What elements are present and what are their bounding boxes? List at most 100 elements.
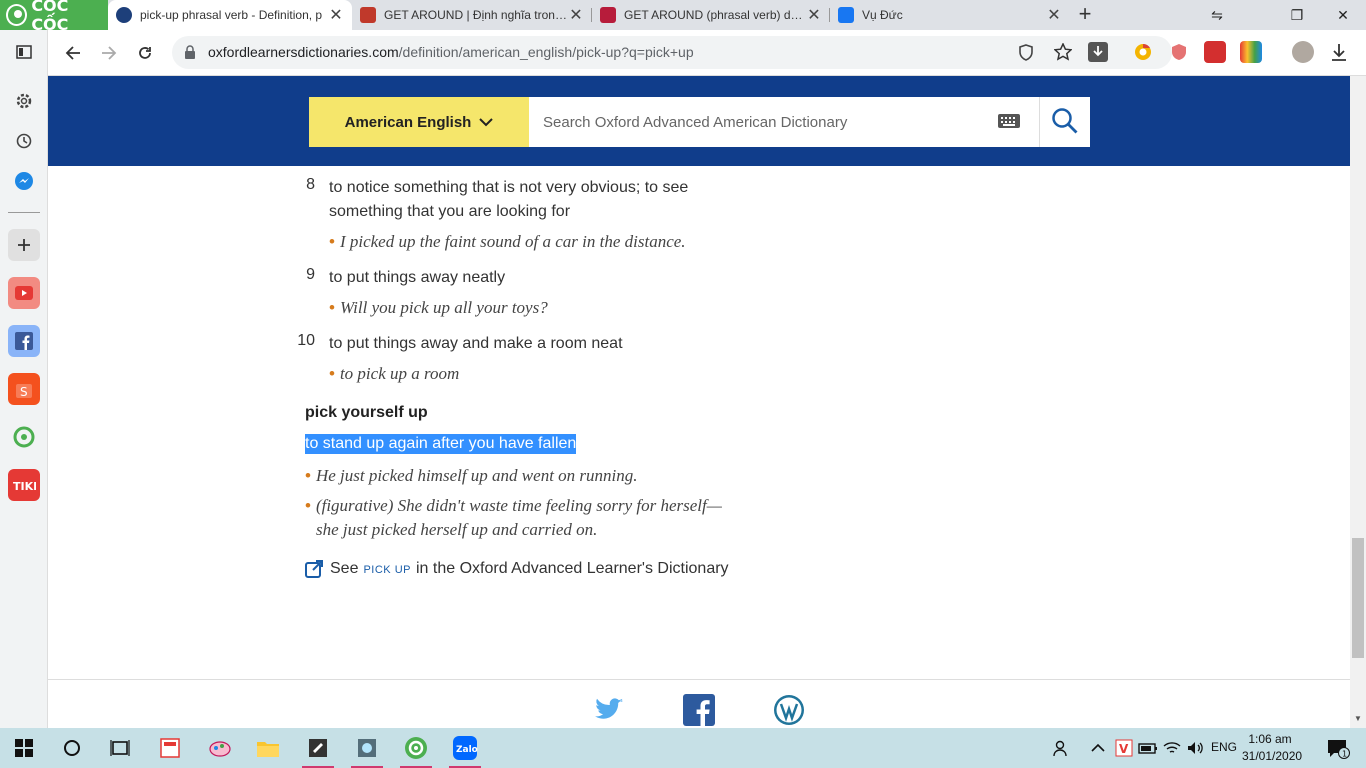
search-button[interactable] <box>1039 97 1090 147</box>
example-sentence: • (figurative) She didn't waste time feel… <box>305 494 722 542</box>
tab-get-around-cambridge[interactable]: GET AROUND | Định nghĩa trong T ✕ <box>352 0 592 30</box>
idiom-definition: to stand up again after you have fallen <box>305 434 577 454</box>
close-window-button[interactable]: ✕ <box>1320 0 1366 30</box>
tab-title: Vụ Đức <box>862 8 903 22</box>
clock-time: 1:06 am <box>1248 732 1292 746</box>
browser-sidebar: S TIKI <box>0 30 48 728</box>
start-button[interactable] <box>4 732 44 764</box>
close-tab-icon[interactable]: ✕ <box>328 5 344 25</box>
back-button[interactable] <box>58 38 88 68</box>
color-extension-icon[interactable] <box>1240 41 1262 63</box>
sense-definition: to put things away and make a room neat <box>329 332 623 356</box>
cortana-search-icon[interactable] <box>52 732 92 764</box>
language-selector[interactable]: American English <box>309 97 529 147</box>
system-clock[interactable]: 1:06 am 31/01/2020 <box>1242 731 1303 765</box>
search-input[interactable] <box>543 113 983 131</box>
definition-line: to put things away and make a room neat <box>329 335 623 352</box>
sense-number: 8 <box>306 176 315 193</box>
sidebar-toggle-icon[interactable] <box>8 36 40 68</box>
see-also: See pick up in the Oxford Advanced Learn… <box>305 560 729 578</box>
maximize-button[interactable]: ❐ <box>1274 0 1320 30</box>
chrome-extension-icon[interactable] <box>1132 41 1154 63</box>
adblock-extension-icon[interactable] <box>1168 41 1190 63</box>
downloads-icon[interactable] <box>1328 41 1350 63</box>
site-header: American English <box>48 76 1350 166</box>
tiki-icon[interactable]: TIKI <box>8 469 40 501</box>
coccoc-menu-button[interactable]: CỐC CỐC <box>0 0 108 34</box>
action-center-icon[interactable]: 1 <box>1318 732 1358 764</box>
windows-taskbar: Zalo V ENG 1:06 am 31/01/2020 1 <box>0 728 1366 768</box>
settings-gear-icon[interactable] <box>8 85 40 117</box>
scrollbar-thumb[interactable] <box>1352 538 1364 658</box>
notification-count: 1 <box>1342 750 1347 759</box>
profile-avatar[interactable] <box>1292 41 1314 63</box>
snipping-tool-icon[interactable] <box>347 732 387 768</box>
wifi-icon[interactable] <box>1160 732 1184 764</box>
facebook-share-icon[interactable] <box>683 694 715 726</box>
example-text: She didn't waste time feeling sorry for … <box>397 496 722 515</box>
chevron-down-icon <box>479 114 494 131</box>
see-also-suffix: in the Oxford Advanced Learner's Diction… <box>415 560 729 577</box>
file-explorer-icon[interactable] <box>248 732 288 764</box>
clock-date: 31/01/2020 <box>1242 749 1303 763</box>
new-tab-button[interactable]: + <box>1074 3 1096 27</box>
close-tab-icon[interactable]: ✕ <box>806 5 822 25</box>
scroll-down-arrow-icon[interactable]: ▼ <box>1354 714 1362 723</box>
facebook-favicon-icon <box>838 7 854 23</box>
close-tab-icon[interactable]: ✕ <box>1046 5 1062 25</box>
example-text: Will you pick up all your toys? <box>339 298 548 317</box>
search-icon <box>1051 107 1079 138</box>
example-text: I picked up the faint sound of a car in … <box>339 232 686 251</box>
oxford-favicon-icon <box>116 7 132 23</box>
twitter-icon[interactable] <box>593 694 625 726</box>
close-tab-icon[interactable]: ✕ <box>568 5 584 25</box>
sticky-notes-app-icon[interactable] <box>298 732 338 768</box>
bullet-icon: • <box>329 298 335 317</box>
input-language-indicator[interactable]: ENG <box>1211 740 1237 754</box>
tab-get-around-macmillan[interactable]: GET AROUND (phrasal verb) defini ✕ <box>592 0 830 30</box>
page-scrollbar[interactable]: ▼ <box>1350 76 1366 728</box>
restore-tabs-button[interactable]: ⇋ <box>1194 0 1240 30</box>
url-path: /definition/american_english/pick-up?q=p… <box>398 44 694 60</box>
unikey-tray-icon[interactable]: V <box>1112 732 1136 764</box>
facebook-icon[interactable] <box>8 325 40 357</box>
address-bar[interactable]: oxfordlearnersdictionaries.com/definitio… <box>172 36 1172 69</box>
example-label: (figurative) <box>315 496 394 515</box>
bookmark-star-icon[interactable] <box>1053 42 1073 64</box>
search-box <box>529 97 1039 147</box>
show-hidden-icons-chevron-icon[interactable] <box>1084 732 1112 764</box>
calculator-app-icon[interactable] <box>150 732 190 764</box>
download-icon[interactable] <box>1088 42 1108 62</box>
people-icon[interactable] <box>1044 732 1080 764</box>
coccoc-browser-app-icon[interactable] <box>396 732 436 768</box>
sense-definition: to put things away neatly <box>329 266 505 290</box>
wordpress-icon[interactable] <box>773 694 805 726</box>
shopee-icon[interactable]: S <box>8 373 40 405</box>
paint-app-icon[interactable] <box>200 732 240 764</box>
browser-toolbar: oxfordlearnersdictionaries.com/definitio… <box>48 30 1366 76</box>
shield-icon[interactable] <box>1018 44 1034 65</box>
task-view-icon[interactable] <box>100 732 140 764</box>
battery-icon[interactable] <box>1136 732 1160 764</box>
red-extension-icon[interactable] <box>1204 41 1226 63</box>
svg-text:S: S <box>20 385 28 399</box>
see-also-link[interactable]: pick up <box>363 562 411 576</box>
forward-button[interactable] <box>94 38 124 68</box>
youtube-icon[interactable] <box>8 277 40 309</box>
tab-facebook[interactable]: Vụ Đức ✕ <box>830 0 1070 30</box>
bullet-icon: • <box>329 364 335 383</box>
see-also-prefix: See <box>330 560 359 577</box>
reload-button[interactable] <box>130 38 160 68</box>
bullet-icon: • <box>305 496 311 515</box>
keyboard-icon[interactable] <box>997 112 1021 130</box>
add-shortcut-icon[interactable] <box>8 229 40 261</box>
example-text: He just picked himself up and went on ru… <box>315 466 638 485</box>
example-sentence: • He just picked himself up and went on r… <box>305 464 638 488</box>
coccoc-green-icon[interactable] <box>8 421 40 453</box>
cambridge-favicon-icon <box>360 7 376 23</box>
history-icon[interactable] <box>8 125 40 157</box>
volume-icon[interactable] <box>1184 732 1208 764</box>
zalo-app-icon[interactable]: Zalo <box>445 732 485 768</box>
tab-pick-up[interactable]: pick-up phrasal verb - Definition, p ✕ <box>108 0 352 30</box>
messenger-icon[interactable] <box>8 165 40 197</box>
